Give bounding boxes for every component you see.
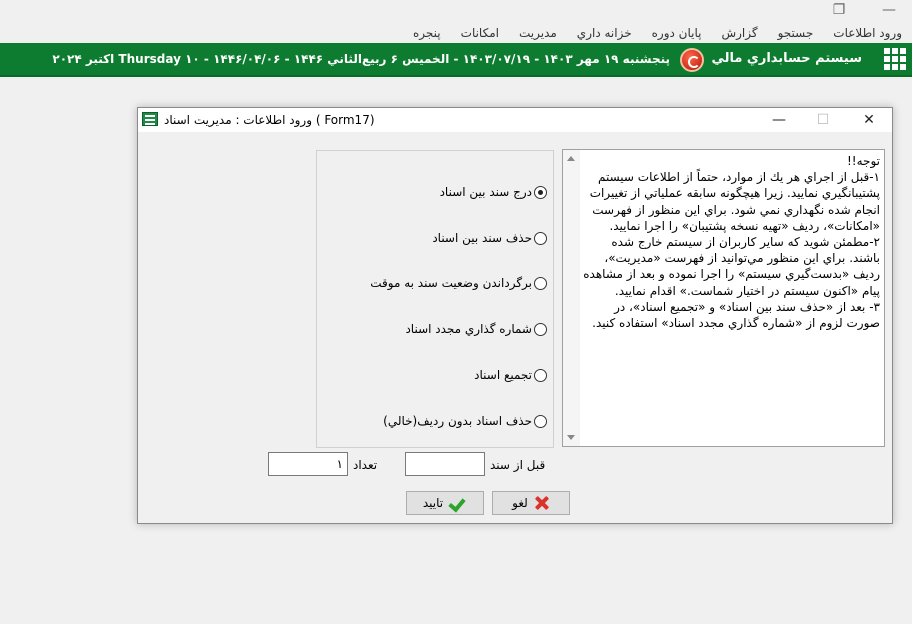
- radio-label: حذف سند بين اسناد: [432, 231, 532, 245]
- app-root: ❐ — ورود اطلاعات جستجو گزارش پايان دوره …: [0, 0, 912, 624]
- menu-search[interactable]: جستجو: [768, 26, 824, 40]
- radio-delete-empty[interactable]: حذف اسناد بدون رديف(خالي): [383, 412, 547, 430]
- radio-label: تجميع اسناد: [474, 368, 532, 382]
- menu-data-entry[interactable]: ورود اطلاعات: [823, 26, 912, 40]
- form-icon: [142, 112, 158, 126]
- notes-text: توجه!! ۱-قبل از اجراي هر يك از موارد، حت…: [583, 154, 880, 331]
- close-icon: [534, 495, 550, 511]
- radio-button[interactable]: [534, 322, 547, 336]
- count-input[interactable]: [268, 452, 348, 476]
- confirm-button[interactable]: تاييد: [406, 491, 484, 515]
- confirm-button-label: تاييد: [422, 496, 444, 510]
- radio-insert-doc[interactable]: درج سند بين اسناد: [440, 183, 547, 201]
- radio-label: شماره گذاري مجدد اسناد: [405, 322, 532, 336]
- count-label: تعداد: [353, 458, 378, 472]
- radio-button[interactable]: [534, 414, 547, 428]
- radio-label: درج سند بين اسناد: [439, 185, 532, 199]
- dialog-minimize-button[interactable]: —: [756, 108, 802, 132]
- menu-bar: ورود اطلاعات جستجو گزارش پايان دوره خزان…: [403, 22, 912, 44]
- notes-textarea[interactable]: توجه!! ۱-قبل از اجراي هر يك از موارد، حت…: [562, 149, 885, 447]
- app-logo-icon: [680, 48, 704, 72]
- notes-scrollbar[interactable]: [563, 150, 580, 446]
- checkmark-icon: [449, 495, 467, 511]
- cancel-button[interactable]: لغو: [492, 491, 570, 515]
- minimize-window-button[interactable]: —: [866, 0, 912, 20]
- cancel-button-label: لغو: [512, 496, 528, 510]
- menu-period-end[interactable]: پايان دوره: [642, 26, 712, 40]
- scroll-up-icon[interactable]: [567, 156, 575, 161]
- scroll-down-icon[interactable]: [567, 435, 575, 440]
- radio-button[interactable]: [534, 368, 547, 382]
- dialog-titlebar[interactable]: ورود اطلاعات : مديريت اسناد ( Form17) — …: [138, 108, 892, 132]
- radio-label: برگرداندن وضعيت سند به موقت: [370, 276, 532, 290]
- radio-renumber[interactable]: شماره گذاري مجدد اسناد: [405, 320, 547, 338]
- radio-button[interactable]: [534, 231, 547, 245]
- menu-window[interactable]: پنجره: [403, 26, 451, 40]
- before-doc-label: قبل از سند: [490, 458, 546, 472]
- radio-label: حذف اسناد بدون رديف(خالي): [383, 414, 532, 428]
- document-management-dialog: ورود اطلاعات : مديريت اسناد ( Form17) — …: [137, 107, 893, 524]
- radio-delete-doc[interactable]: حذف سند بين اسناد: [432, 229, 547, 247]
- date-line: پنجشنبه ۱۹ مهر ۱۴۰۳ - ۱۴۰۳/۰۷/۱۹ - الخمي…: [52, 52, 670, 66]
- menu-management[interactable]: مديريت: [509, 26, 567, 40]
- before-doc-input[interactable]: [405, 452, 485, 476]
- menu-facilities[interactable]: امکانات: [451, 26, 509, 40]
- menu-treasury[interactable]: خزانه داري: [567, 26, 642, 40]
- radio-revert-temp[interactable]: برگرداندن وضعيت سند به موقت: [370, 274, 547, 292]
- app-header: سيستم حسابداري مالي پنجشنبه ۱۹ مهر ۱۴۰۳ …: [0, 43, 912, 77]
- radio-merge-docs[interactable]: تجميع اسناد: [474, 366, 547, 384]
- radio-button[interactable]: [534, 185, 547, 199]
- operation-radio-group: درج سند بين اسناد حذف سند بين اسناد برگر…: [316, 150, 554, 448]
- dialog-maximize-button: ☐: [816, 112, 830, 128]
- app-title: سيستم حسابداري مالي: [711, 51, 862, 66]
- dialog-close-button[interactable]: ✕: [846, 108, 892, 132]
- apps-grid-icon[interactable]: [884, 48, 908, 72]
- radio-button[interactable]: [534, 276, 547, 290]
- dialog-title: ورود اطلاعات : مديريت اسناد ( Form17): [164, 113, 375, 127]
- menu-report[interactable]: گزارش: [711, 26, 767, 40]
- restore-window-button[interactable]: ❐: [816, 0, 862, 20]
